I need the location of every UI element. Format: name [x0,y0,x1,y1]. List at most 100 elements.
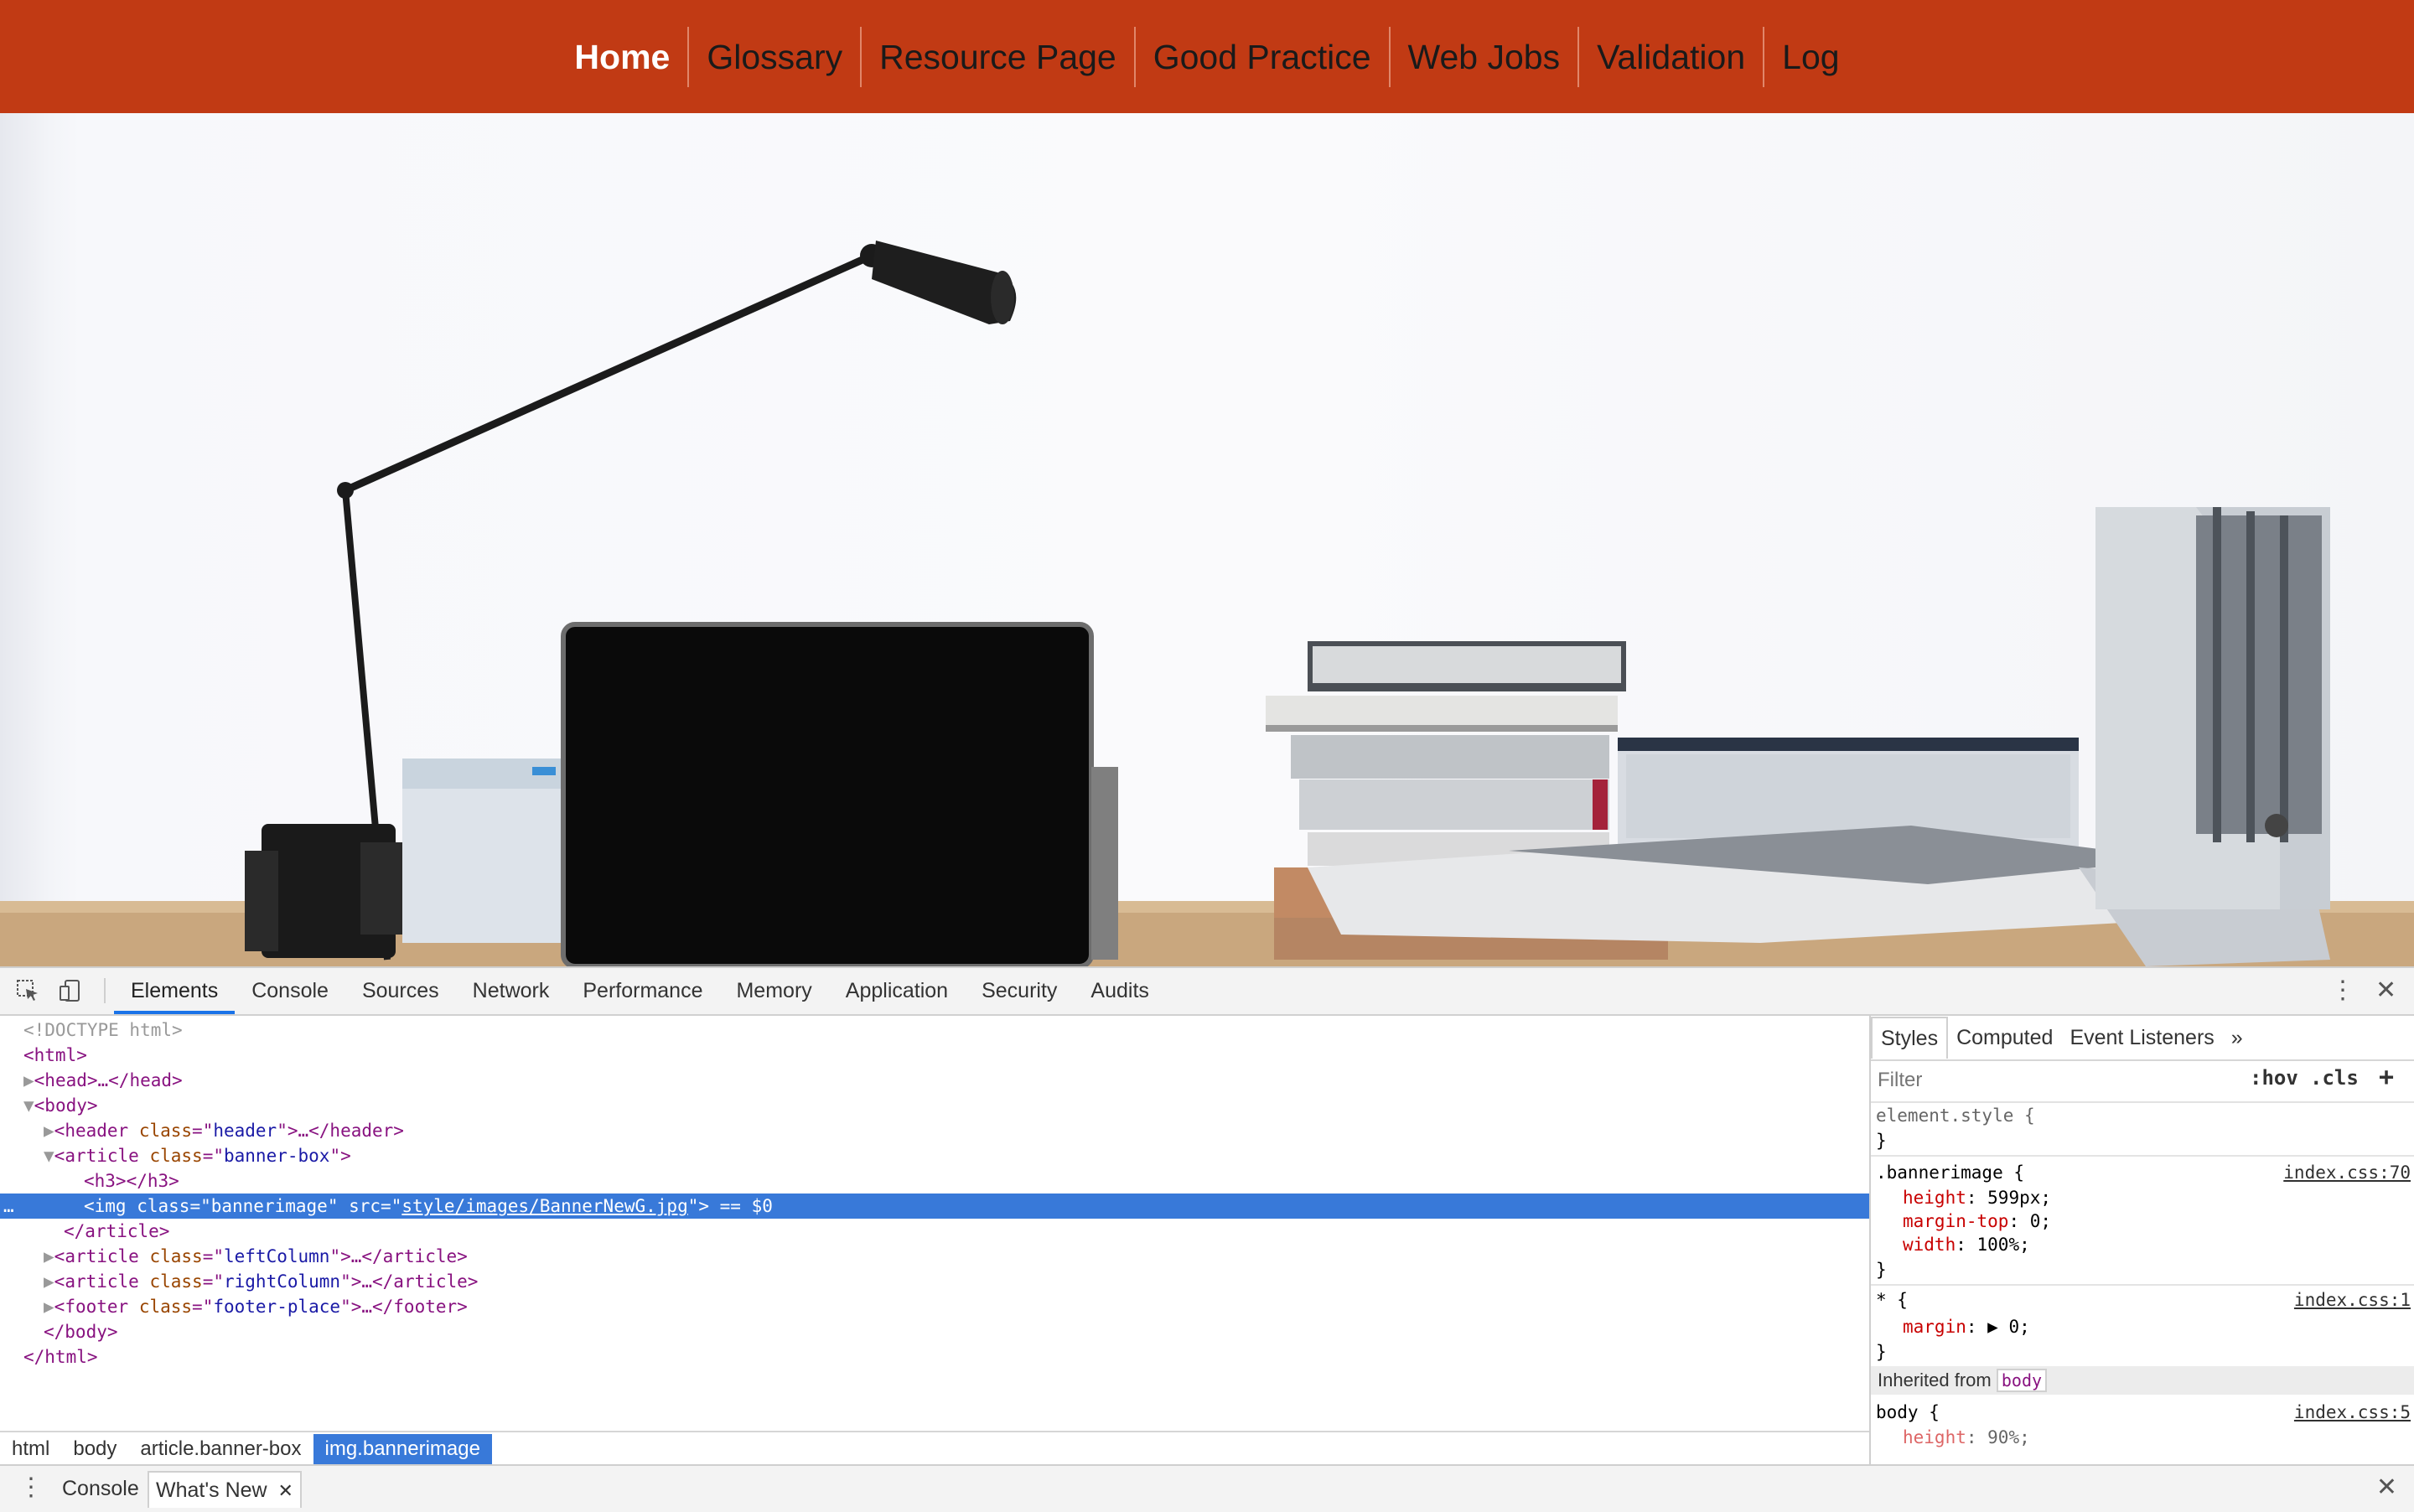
expand-triangle-icon[interactable]: ▶ [0,1297,54,1317]
tab-elements[interactable]: Elements [114,968,235,1014]
doctype-text: <!DOCTYPE html> [23,1020,183,1040]
dom-line-h3[interactable]: <h3></h3> [0,1168,1869,1194]
nav-web-jobs[interactable]: Web Jobs [1388,26,1578,87]
nav-home[interactable]: Home [557,27,687,87]
dom-line-article-banner[interactable]: ▼<article class="banner-box"> [0,1143,1869,1168]
nav-good-practice[interactable]: Good Practice [1133,26,1389,87]
collapse-triangle-icon[interactable]: ▼ [0,1146,54,1166]
dom-tree: <!DOCTYPE html> <html> ▶<head>…</head> ▼… [0,1016,1869,1431]
dom-line-body-close[interactable]: </body> [0,1319,1869,1344]
dom-line-footer[interactable]: ▶<footer class="footer-place">…</footer> [0,1294,1869,1319]
css-prop-margin-top[interactable]: margin-top: 0; [1903,1209,2051,1234]
crumb-html[interactable]: html [0,1434,61,1464]
dom-line-left-column[interactable]: ▶<article class="leftColumn">…</article> [0,1244,1869,1269]
close-drawer-icon[interactable]: ✕ [2376,1473,2397,1502]
footer-tail: >…</footer> [350,1297,468,1317]
img-src-link[interactable]: style/images/BannerNewG.jpg [401,1196,687,1216]
tab-security[interactable]: Security [965,968,1074,1014]
dom-line-head[interactable]: ▶<head>…</head> [0,1068,1869,1093]
styles-filter-bar: :hov .cls + [1871,1059,2414,1103]
universal-source-link[interactable]: index.css:1 [2294,1287,2411,1313]
rule-divider [1871,1284,2414,1286]
css-prop-body-height[interactable]: height: 90%; [1903,1425,2030,1450]
tab-memory[interactable]: Memory [719,968,828,1014]
expand-triangle-icon[interactable]: ▶ [0,1271,54,1292]
add-rule-icon[interactable]: + [2379,1063,2394,1092]
inspect-element-icon[interactable] [15,978,40,1003]
body-close-tag: </body> [44,1322,118,1342]
prop-value: ▶ 0; [1987,1317,2030,1337]
tab-styles[interactable]: Styles [1871,1017,1949,1059]
dom-line-right-column[interactable]: ▶<article class="rightColumn">…</article… [0,1269,1869,1294]
expand-triangle-icon[interactable]: ▶ [0,1070,34,1090]
inherited-label: Inherited from [1878,1370,1992,1390]
expand-triangle-icon[interactable]: ▶ [0,1246,54,1266]
styles-filter-input[interactable] [1876,1066,2231,1095]
bannerimage-source-link[interactable]: index.css:70 [2283,1160,2411,1185]
dom-line-html-close[interactable]: </html> [0,1344,1869,1370]
tab-audits[interactable]: Audits [1074,968,1165,1014]
nav-validation[interactable]: Validation [1577,26,1763,87]
nav-log[interactable]: Log [1763,26,1857,87]
element-style-selector: element.style { [1876,1103,2035,1128]
nav-glossary[interactable]: Glossary [687,26,860,87]
css-prop-height[interactable]: height: 599px; [1903,1185,2051,1210]
tab-computed[interactable]: Computed [1948,1017,2061,1058]
more-tabs-icon[interactable]: » [2223,1017,2251,1058]
universal-close: } [1876,1342,1887,1362]
dom-line-body[interactable]: ▼<body> [0,1093,1869,1118]
body-source-link[interactable]: index.css:5 [2294,1400,2411,1425]
right-tag-name: article [65,1271,139,1292]
crumb-article-banner-box[interactable]: article.banner-box [128,1434,313,1464]
left-attr-name: class [149,1246,203,1266]
more-vertical-icon[interactable]: ⋮ [2330,976,2355,1005]
nav-resource-page[interactable]: Resource Page [860,26,1134,87]
right-attr-value: rightColumn [224,1271,341,1292]
crumb-img-bannerimage[interactable]: img.bannerimage [313,1434,492,1464]
drawer-tab-whats-new[interactable]: What's New ✕ [148,1471,302,1508]
devtools-panel: Elements Console Sources Network Perform… [0,966,2414,1512]
device-toolbar-icon[interactable] [59,978,84,1003]
dom-line-html[interactable]: <html> [0,1043,1869,1068]
left-tag-name: article [65,1246,139,1266]
tab-event-listeners[interactable]: Event Listeners [2061,1017,2222,1058]
prop-value: 0; [2029,1211,2052,1231]
dom-line-img-selected[interactable]: … <img class="bannerimage" src="style/ima… [0,1194,1869,1219]
close-tab-icon[interactable]: ✕ [278,1480,293,1501]
close-icon[interactable]: ✕ [2375,976,2396,1005]
tab-console[interactable]: Console [235,968,345,1014]
drawer-menu-icon[interactable]: ⋮ [18,1473,44,1502]
inherited-from-chip[interactable]: body [1996,1369,2048,1392]
css-prop-width[interactable]: width: 100%; [1903,1232,2030,1257]
hov-toggle[interactable]: :hov [2250,1066,2298,1090]
prop-name: width [1903,1235,1956,1255]
dom-line-article-close[interactable]: </article> [0,1219,1869,1244]
prop-name: height [1903,1427,1966,1447]
drawer-tab-console[interactable]: Console [55,1471,146,1506]
bannerimage-selector: .bannerimage { [1876,1162,2025,1183]
tab-sources[interactable]: Sources [345,968,456,1014]
dom-line-header[interactable]: ▶<header class="header">…</header> [0,1118,1869,1143]
prop-name: margin-top [1903,1211,2009,1231]
element-style-close: } [1876,1131,1887,1151]
toolbar-separator [104,978,106,1003]
footer-tag-name: footer [65,1297,129,1317]
css-prop-margin[interactable]: margin: ▶ 0; [1903,1314,2030,1339]
h3-tag: <h3></h3> [84,1171,179,1191]
prop-name: margin [1903,1317,1966,1337]
article-tag-name: article [65,1146,139,1166]
expand-triangle-icon[interactable]: ▶ [0,1121,54,1141]
tab-application[interactable]: Application [829,968,965,1014]
ellipsis-icon[interactable]: … [3,1194,14,1219]
banner-image [0,113,2414,966]
header-tag-name: header [65,1121,129,1141]
collapse-triangle-icon[interactable]: ▼ [0,1095,34,1116]
tab-performance[interactable]: Performance [566,968,719,1014]
dom-line-doctype[interactable]: <!DOCTYPE html> [0,1017,1869,1043]
tab-network[interactable]: Network [456,968,567,1014]
cls-toggle[interactable]: .cls [2310,1066,2359,1090]
crumb-body[interactable]: body [61,1434,128,1464]
console-ref: == $0 [719,1196,773,1216]
left-attr-value: leftColumn [224,1246,330,1266]
prop-value: 599px; [1987,1188,2052,1208]
